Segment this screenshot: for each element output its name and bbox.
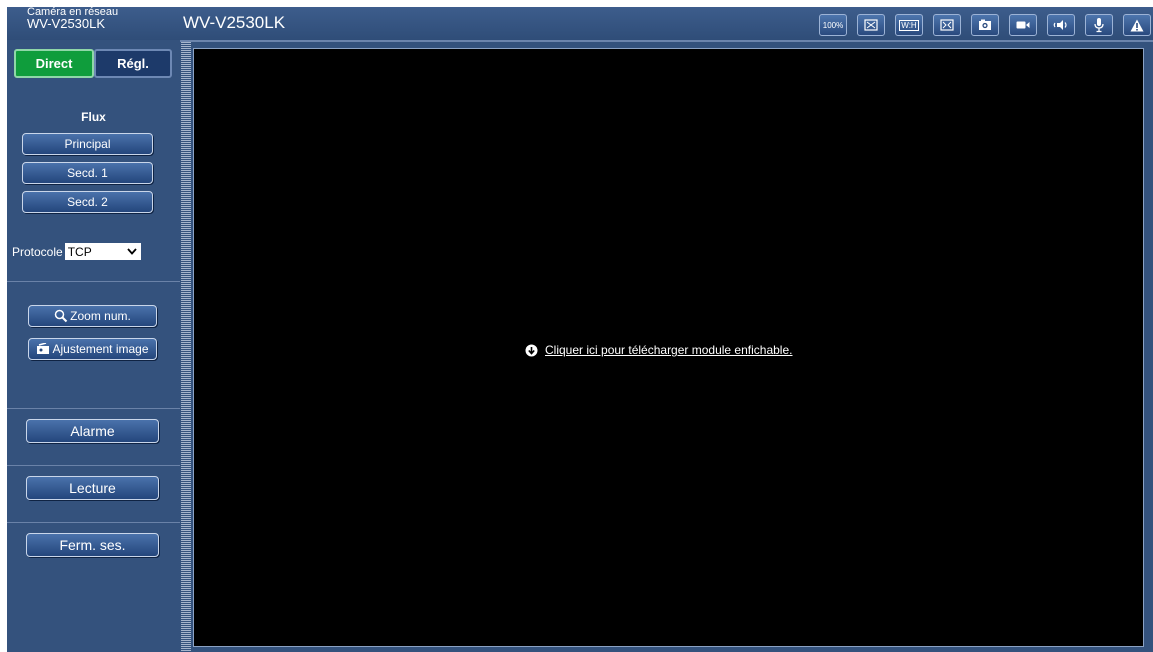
fit-screen-icon <box>864 19 878 31</box>
camera-icon <box>979 19 991 30</box>
speaker-button[interactable] <box>1047 14 1075 36</box>
header-bar: Caméra en réseau WV-V2530LK WV-V2530LK 1… <box>7 7 1153 40</box>
playback-button[interactable]: Lecture <box>26 476 159 500</box>
stream-main-label: Principal <box>64 137 111 151</box>
microphone-icon <box>1094 18 1104 33</box>
splitter-handle[interactable] <box>181 42 191 652</box>
stream-sub2-button[interactable]: Secd. 2 <box>22 191 153 213</box>
plugin-download-link[interactable]: Cliquer ici pour télécharger module enfi… <box>525 343 792 357</box>
alarm-button[interactable]: Alarme <box>26 419 159 443</box>
image-adjust-button[interactable]: Ajustement image <box>28 338 157 360</box>
stream-sub2-label: Secd. 2 <box>67 195 108 209</box>
stream-sub1-button[interactable]: Secd. 1 <box>22 162 153 184</box>
warning-icon <box>1130 19 1144 31</box>
playback-label: Lecture <box>69 480 116 496</box>
alarm-label: Alarme <box>70 423 115 439</box>
fullscreen-icon <box>940 19 954 31</box>
protocol-select[interactable]: TCP <box>64 243 141 260</box>
stream-sub1-label: Secd. 1 <box>67 166 108 180</box>
snapshot-button[interactable] <box>971 14 999 36</box>
protocol-value: TCP <box>67 244 92 259</box>
page-title: WV-V2530LK <box>183 13 286 32</box>
microphone-button[interactable] <box>1085 14 1113 36</box>
protocol-label: Protocole <box>12 244 63 259</box>
magnifier-icon <box>54 309 68 323</box>
sidebar-divider <box>7 281 180 282</box>
wh-label: W:H <box>899 19 919 31</box>
tab-live[interactable]: Direct <box>14 49 94 78</box>
zoom-100-label: 100% <box>822 20 844 30</box>
image-adjust-label: Ajustement image <box>52 342 149 356</box>
video-viewer: Cliquer ici pour télécharger module enfi… <box>193 48 1144 647</box>
image-adjust-icon <box>37 343 50 354</box>
zoom-100-button[interactable]: 100% <box>819 14 847 36</box>
chevron-down-icon <box>127 248 137 255</box>
download-icon <box>525 344 538 357</box>
digital-zoom-label: Zoom num. <box>70 309 131 323</box>
brand: Caméra en réseau WV-V2530LK <box>27 7 118 31</box>
logout-button[interactable]: Ferm. ses. <box>26 533 159 557</box>
sidebar: Direct Régl. Flux Principal Secd. 1 Secd… <box>7 41 180 652</box>
stream-section-label: Flux <box>81 110 106 124</box>
brand-model: WV-V2530LK <box>27 16 106 31</box>
video-camera-icon <box>1016 21 1030 29</box>
camera-web-ui: Caméra en réseau WV-V2530LK WV-V2530LK 1… <box>7 7 1153 652</box>
sidebar-divider <box>7 522 180 523</box>
viewer-toolbar: 100% W:H <box>819 14 1153 36</box>
header-divider <box>180 40 1153 42</box>
stream-main-button[interactable]: Principal <box>22 133 153 155</box>
sidebar-divider <box>7 465 180 466</box>
plugin-link-text: Cliquer ici pour télécharger module enfi… <box>545 343 793 357</box>
fullscreen-button[interactable] <box>933 14 961 36</box>
tab-setup[interactable]: Régl. <box>94 49 172 78</box>
sidebar-divider <box>7 408 180 409</box>
digital-zoom-button[interactable]: Zoom num. <box>28 305 157 327</box>
logout-label: Ferm. ses. <box>59 537 126 553</box>
speaker-icon <box>1053 20 1067 30</box>
alarm-status-button[interactable] <box>1123 14 1151 36</box>
record-button[interactable] <box>1009 14 1037 36</box>
protocol-row: Protocole TCP <box>12 243 141 260</box>
wh-button[interactable]: W:H <box>895 14 923 36</box>
fit-screen-button[interactable] <box>857 14 885 36</box>
